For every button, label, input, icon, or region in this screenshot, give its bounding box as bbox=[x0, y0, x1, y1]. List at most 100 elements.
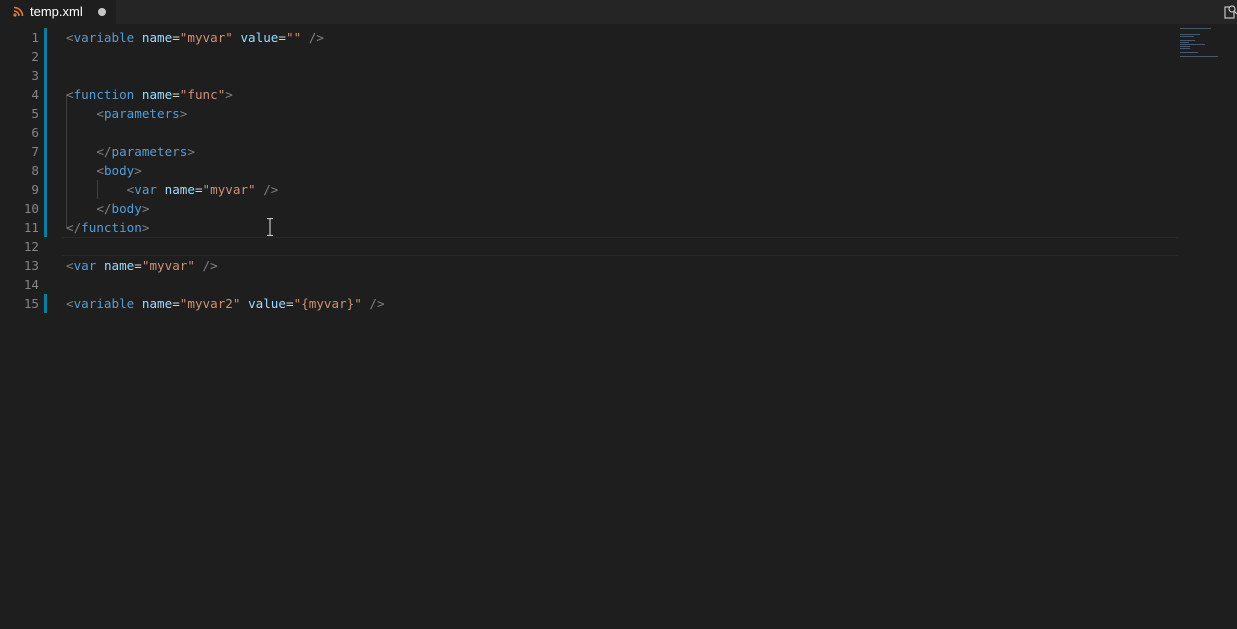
token-tag: var bbox=[134, 182, 158, 197]
token-sp bbox=[66, 144, 96, 159]
line-number: 9 bbox=[31, 182, 39, 197]
code-line[interactable]: 10 </body> bbox=[0, 199, 1180, 218]
code-line[interactable]: 3 bbox=[0, 66, 1180, 85]
token-str: "myvar" bbox=[141, 258, 195, 273]
gutter-modified-indicator[interactable] bbox=[44, 218, 47, 237]
token-tag: variable bbox=[73, 296, 135, 311]
code-text: <parameters> bbox=[66, 104, 187, 123]
code-line[interactable]: 13 <var name="myvar" /> bbox=[0, 256, 1180, 275]
code-text: </parameters> bbox=[66, 142, 195, 161]
token-punct: < bbox=[66, 30, 74, 45]
token-sp bbox=[134, 87, 142, 102]
token-eq: = bbox=[285, 296, 294, 311]
gutter-modified-indicator[interactable] bbox=[44, 161, 47, 180]
token-tag: variable bbox=[73, 30, 135, 45]
text-cursor-icon bbox=[267, 218, 273, 236]
minimap[interactable] bbox=[1180, 28, 1225, 68]
gutter-modified-indicator[interactable] bbox=[44, 47, 47, 66]
code-line[interactable]: 2 bbox=[0, 47, 1180, 66]
token-str: "" bbox=[285, 30, 302, 45]
gutter-modified-indicator[interactable] bbox=[44, 123, 47, 142]
code-line[interactable]: 7 </parameters> bbox=[0, 142, 1180, 161]
line-number: 11 bbox=[23, 220, 39, 235]
token-attr: name bbox=[141, 87, 173, 102]
line-number: 13 bbox=[23, 258, 39, 273]
token-attr: value bbox=[248, 296, 286, 311]
token-str: "{myvar}" bbox=[293, 296, 362, 311]
code-line[interactable]: 6 bbox=[0, 123, 1180, 142]
code-line[interactable]: 15 <variable name="myvar2" value="{myvar}… bbox=[0, 294, 1180, 313]
code-text: </function> bbox=[66, 218, 149, 237]
token-punct: > bbox=[134, 163, 142, 178]
line-number: 10 bbox=[23, 201, 39, 216]
token-punct: </ bbox=[66, 220, 82, 235]
token-punct: </ bbox=[96, 144, 112, 159]
code-line[interactable]: 14 bbox=[0, 275, 1180, 294]
token-sp bbox=[301, 30, 309, 45]
tab-label: temp.xml bbox=[30, 4, 83, 19]
gutter-modified-indicator[interactable] bbox=[44, 104, 47, 123]
gutter-modified-indicator[interactable] bbox=[44, 294, 47, 313]
minimap-line bbox=[1180, 40, 1196, 41]
token-attr: name bbox=[141, 296, 173, 311]
token-tag: body bbox=[103, 163, 135, 178]
token-tag: body bbox=[111, 201, 142, 216]
token-str: "myvar2" bbox=[179, 296, 241, 311]
token-attr: name bbox=[164, 182, 195, 197]
code-line[interactable]: 9 <var name="myvar" /> bbox=[0, 180, 1180, 199]
token-punct: /> bbox=[202, 258, 218, 273]
minimap-line bbox=[1180, 56, 1218, 57]
token-sp bbox=[66, 106, 96, 121]
minimap-line bbox=[1180, 48, 1190, 49]
line-number: 12 bbox=[23, 239, 39, 254]
token-punct: > bbox=[179, 106, 188, 121]
line-number: 8 bbox=[31, 163, 39, 178]
minimap-line bbox=[1180, 46, 1190, 47]
token-sp bbox=[134, 296, 142, 311]
token-tag: function bbox=[73, 87, 135, 102]
token-punct: /> bbox=[369, 296, 385, 311]
code-text: <variable name="myvar2" value="{myvar}" … bbox=[66, 294, 385, 313]
token-punct: > bbox=[225, 87, 233, 102]
code-line[interactable]: 4 <function name="func"> bbox=[0, 85, 1180, 104]
code-text: </body> bbox=[66, 199, 149, 218]
token-eq: = bbox=[278, 30, 286, 45]
gutter-modified-indicator[interactable] bbox=[44, 199, 47, 218]
token-str: "myvar" bbox=[179, 30, 233, 45]
minimap-line bbox=[1180, 36, 1195, 37]
token-punct: < bbox=[66, 258, 74, 273]
line-number: 1 bbox=[31, 30, 39, 45]
code-text: <var name="myvar" /> bbox=[66, 180, 279, 199]
line-number: 15 bbox=[23, 296, 39, 311]
unsaved-dot-icon[interactable] bbox=[98, 8, 106, 16]
token-sp bbox=[66, 201, 96, 216]
token-eq: = bbox=[172, 296, 180, 311]
code-line[interactable]: 8 <body> bbox=[0, 161, 1180, 180]
minimap-line bbox=[1180, 28, 1211, 29]
line-number: 14 bbox=[23, 277, 39, 292]
code-line[interactable]: 12 bbox=[0, 237, 1180, 256]
token-punct: /> bbox=[308, 30, 324, 45]
code-text: <body> bbox=[66, 161, 142, 180]
token-attr: name bbox=[103, 258, 135, 273]
code-line[interactable]: 1 <variable name="myvar" value="" /> bbox=[0, 28, 1180, 47]
gutter-modified-indicator[interactable] bbox=[44, 180, 47, 199]
line-number: 2 bbox=[31, 49, 39, 64]
token-tag: function bbox=[81, 220, 142, 235]
gutter-modified-indicator[interactable] bbox=[44, 28, 47, 47]
line-number: 3 bbox=[31, 68, 39, 83]
minimap-line bbox=[1180, 52, 1198, 53]
gutter-modified-indicator[interactable] bbox=[44, 66, 47, 85]
code-line[interactable]: 5 <parameters> bbox=[0, 104, 1180, 123]
gutter-modified-indicator[interactable] bbox=[44, 85, 47, 104]
token-punct: < bbox=[96, 106, 104, 121]
gutter-modified-indicator[interactable] bbox=[44, 142, 47, 161]
open-changes-icon[interactable] bbox=[1224, 4, 1237, 19]
code-line[interactable]: 11 </function> bbox=[0, 218, 1180, 237]
code-editor[interactable]: 1 <variable name="myvar" value="" /> 2 3 4 <f… bbox=[0, 28, 1237, 629]
token-str: "func" bbox=[179, 87, 226, 102]
line-number: 4 bbox=[31, 87, 39, 102]
token-eq: = bbox=[172, 87, 180, 102]
token-str: "myvar" bbox=[202, 182, 256, 197]
tab-temp-xml[interactable]: temp.xml bbox=[0, 0, 116, 24]
